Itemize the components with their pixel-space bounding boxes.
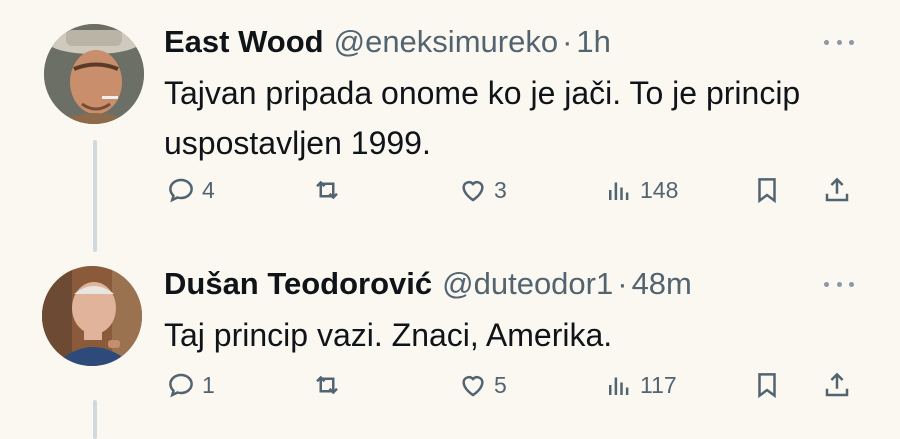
views-button[interactable]: 148 <box>604 175 678 205</box>
timestamp[interactable]: 1h <box>576 24 610 60</box>
separator-dot: · <box>562 24 573 59</box>
reply-button[interactable]: 4 <box>166 175 215 205</box>
share-button[interactable] <box>822 370 852 400</box>
display-name[interactable]: East Wood <box>164 24 324 60</box>
bookmark-icon <box>758 373 776 399</box>
heart-icon <box>462 181 484 202</box>
avatar[interactable] <box>44 24 144 124</box>
more-options-icon[interactable] <box>824 276 854 292</box>
bookmark-icon <box>758 178 776 204</box>
share-icon <box>825 177 849 202</box>
reply-count: 1 <box>202 371 215 398</box>
like-button[interactable]: 5 <box>458 370 507 400</box>
tweet[interactable]: East Wood @eneksimureko · 1h Tajvan prip… <box>0 0 900 252</box>
like-count: 5 <box>494 371 507 398</box>
views-button[interactable]: 117 <box>604 370 677 400</box>
repost-button[interactable] <box>312 175 348 205</box>
views-count: 148 <box>640 176 679 203</box>
tweet-header: East Wood @eneksimureko · 1h <box>164 24 611 60</box>
bookmark-button[interactable] <box>752 370 782 400</box>
avatar[interactable] <box>42 266 142 366</box>
reply-button[interactable]: 1 <box>166 370 215 400</box>
views-chart-icon <box>609 182 629 200</box>
avatar-man-hat-icon <box>44 24 144 124</box>
timestamp[interactable]: 48m <box>632 266 692 302</box>
tweet-text: Taj princip vazi. Znaci, Amerika. <box>164 317 613 353</box>
heart-icon <box>462 376 484 397</box>
tweet-header: Dušan Teodorović @duteodor1 · 48m <box>164 266 692 302</box>
user-handle[interactable]: @eneksimureko <box>334 24 558 60</box>
bookmark-button[interactable] <box>752 175 782 205</box>
more-options-icon[interactable] <box>824 34 854 50</box>
reply-icon <box>169 373 193 398</box>
user-handle[interactable]: @duteodor1 <box>442 266 613 302</box>
tweet-text: Tajvan pripada onome ko je jači. To je p… <box>164 75 801 161</box>
repost-button[interactable] <box>312 370 348 400</box>
reply-count: 4 <box>202 176 215 203</box>
avatar-man-glasses-icon <box>42 266 142 366</box>
reply-icon <box>169 178 193 203</box>
share-icon <box>825 372 849 397</box>
separator-dot: · <box>617 266 628 301</box>
repost-icon <box>316 375 338 395</box>
views-count: 117 <box>640 371 677 398</box>
repost-icon <box>316 180 338 200</box>
like-button[interactable]: 3 <box>458 175 507 205</box>
display-name[interactable]: Dušan Teodorović <box>164 266 432 302</box>
tweet[interactable]: Dušan Teodorović @duteodor1 · 48m Taj pr… <box>0 252 900 439</box>
views-chart-icon <box>609 377 629 395</box>
share-button[interactable] <box>822 175 852 205</box>
like-count: 3 <box>494 176 507 203</box>
